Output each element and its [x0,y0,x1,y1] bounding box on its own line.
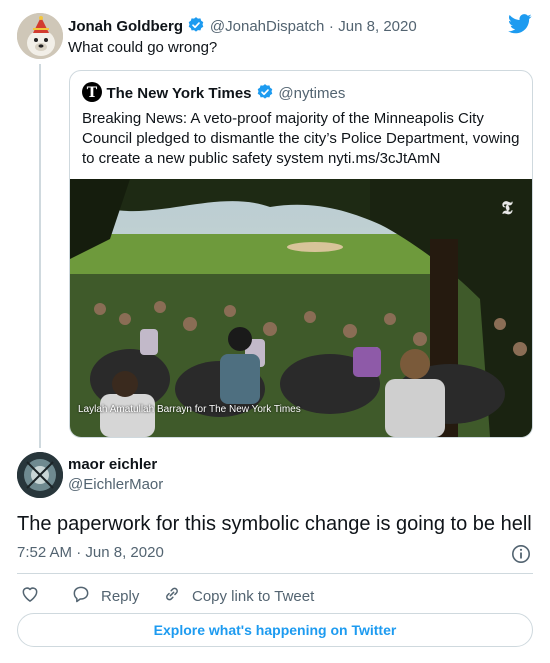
thread-line [39,64,41,448]
reply-time: 7:52 AM [17,544,73,561]
date-separator: · [328,18,334,35]
tweet-text: What could go wrong? [68,39,218,56]
reply-author-name[interactable]: maor eichler [68,456,157,473]
photo-caption: Laylah Amatullah Barrayn for The New Yor… [78,404,301,415]
explore-button[interactable]: Explore what's happening on Twitter [17,613,533,647]
quoted-tweet-header: T The New York Times @nytimes [82,82,345,106]
info-icon[interactable] [511,544,531,569]
author-handle[interactable]: @JonahDispatch [210,18,324,35]
link-icon [162,584,182,608]
tweet-date[interactable]: Jun 8, 2020 [338,18,416,35]
copy-link-button[interactable]: Copy link to Tweet [162,584,314,608]
divider [17,573,533,574]
author-name[interactable]: Jonah Goldberg [68,18,183,35]
reply-text: The paperwork for this symbolic change i… [17,513,532,535]
heart-icon [20,584,40,608]
verified-badge-icon [256,83,274,106]
reply-icon [71,584,91,608]
reply-button[interactable]: Reply [71,584,139,608]
tweet-header: Jonah Goldberg @JonahDispatch · Jun 8, 2… [68,16,417,39]
jonah-avatar[interactable] [17,13,63,59]
quoted-author-name[interactable]: The New York Times [106,85,251,102]
reply-date: Jun 8, 2020 [85,544,164,561]
news-photo[interactable]: 𝕿 Laylah Amatullah Barrayn for The New Y… [70,179,532,437]
reply-timestamp[interactable]: 7:52 AM · Jun 8, 2020 [17,544,164,561]
like-button[interactable] [20,584,40,608]
quoted-author-handle[interactable]: @nytimes [278,85,345,102]
quoted-tweet-text: Breaking News: A veto-proof majority of … [82,110,520,167]
reply-date-separator: · [76,544,82,561]
quoted-tweet-card[interactable]: T The New York Times @nytimes Breaking N… [69,70,533,438]
maor-avatar[interactable] [17,452,63,498]
reply-author-handle[interactable]: @EichlerMaor [68,476,163,493]
svg-text:T: T [87,85,98,101]
verified-badge-icon [187,16,205,39]
svg-text:𝕿: 𝕿 [501,198,513,219]
twitter-bird-icon[interactable] [508,14,532,39]
reply-label: Reply [101,587,140,605]
nyt-logo-icon: T [82,82,102,102]
copy-link-label: Copy link to Tweet [192,587,315,605]
